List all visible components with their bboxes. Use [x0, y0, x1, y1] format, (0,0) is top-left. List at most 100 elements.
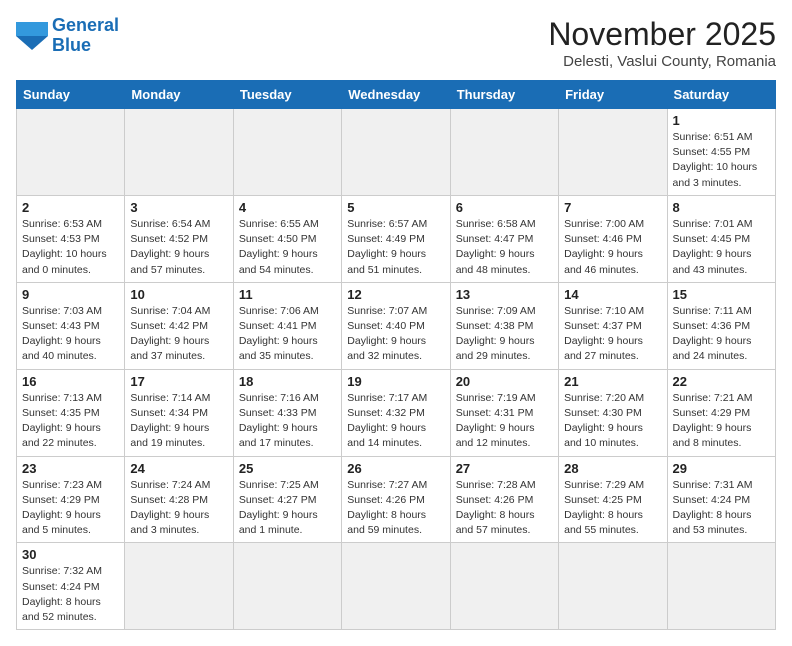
- day-info: Sunrise: 7:31 AMSunset: 4:24 PMDaylight:…: [673, 478, 770, 539]
- calendar-day-cell: [125, 543, 233, 630]
- day-info: Sunrise: 7:27 AMSunset: 4:26 PMDaylight:…: [347, 478, 444, 539]
- calendar-day-cell: [450, 543, 558, 630]
- calendar-day-cell: [233, 543, 341, 630]
- day-number: 12: [347, 287, 444, 302]
- weekday-header-row: SundayMondayTuesdayWednesdayThursdayFrid…: [17, 81, 776, 109]
- calendar-day-cell: 13 Sunrise: 7:09 AMSunset: 4:38 PMDayligh…: [450, 282, 558, 369]
- day-number: 9: [22, 287, 119, 302]
- day-number: 18: [239, 374, 336, 389]
- weekday-header: Saturday: [667, 81, 775, 109]
- calendar-day-cell: 24 Sunrise: 7:24 AMSunset: 4:28 PMDayligh…: [125, 456, 233, 543]
- day-info: Sunrise: 7:16 AMSunset: 4:33 PMDaylight:…: [239, 391, 336, 452]
- day-number: 29: [673, 461, 770, 476]
- day-info: Sunrise: 7:07 AMSunset: 4:40 PMDaylight:…: [347, 304, 444, 365]
- calendar-day-cell: 26 Sunrise: 7:27 AMSunset: 4:26 PMDayligh…: [342, 456, 450, 543]
- day-info: Sunrise: 7:32 AMSunset: 4:24 PMDaylight:…: [22, 564, 119, 625]
- day-number: 22: [673, 374, 770, 389]
- logo-text: General Blue: [52, 16, 119, 56]
- weekday-header: Tuesday: [233, 81, 341, 109]
- calendar-day-cell: [342, 543, 450, 630]
- day-info: Sunrise: 7:13 AMSunset: 4:35 PMDaylight:…: [22, 391, 119, 452]
- logo-general: General: [52, 15, 119, 35]
- weekday-header: Wednesday: [342, 81, 450, 109]
- day-number: 14: [564, 287, 661, 302]
- calendar-week-row: 2 Sunrise: 6:53 AMSunset: 4:53 PMDaylight…: [17, 195, 776, 282]
- day-info: Sunrise: 7:01 AMSunset: 4:45 PMDaylight:…: [673, 217, 770, 278]
- calendar-day-cell: 6Sunrise: 6:58 AMSunset: 4:47 PMDaylight…: [450, 195, 558, 282]
- day-number: 26: [347, 461, 444, 476]
- day-info: Sunrise: 6:53 AMSunset: 4:53 PMDaylight:…: [22, 217, 119, 278]
- day-info: Sunrise: 7:28 AMSunset: 4:26 PMDaylight:…: [456, 478, 553, 539]
- day-info: Sunrise: 6:55 AMSunset: 4:50 PMDaylight:…: [239, 217, 336, 278]
- calendar-day-cell: [450, 109, 558, 196]
- calendar-week-row: 30 Sunrise: 7:32 AMSunset: 4:24 PMDayligh…: [17, 543, 776, 630]
- calendar-week-row: 9Sunrise: 7:03 AMSunset: 4:43 PMDaylight…: [17, 282, 776, 369]
- calendar-day-cell: 7 Sunrise: 7:00 AMSunset: 4:46 PMDaylight…: [559, 195, 667, 282]
- calendar-day-cell: 20 Sunrise: 7:19 AMSunset: 4:31 PMDayligh…: [450, 369, 558, 456]
- calendar-day-cell: 22 Sunrise: 7:21 AMSunset: 4:29 PMDayligh…: [667, 369, 775, 456]
- day-number: 7: [564, 200, 661, 215]
- calendar-day-cell: 3Sunrise: 6:54 AMSunset: 4:52 PMDaylight…: [125, 195, 233, 282]
- day-number: 11: [239, 287, 336, 302]
- weekday-header: Sunday: [17, 81, 125, 109]
- day-info: Sunrise: 7:24 AMSunset: 4:28 PMDaylight:…: [130, 478, 227, 539]
- calendar-day-cell: [667, 543, 775, 630]
- calendar-week-row: 23 Sunrise: 7:23 AMSunset: 4:29 PMDayligh…: [17, 456, 776, 543]
- day-info: Sunrise: 7:00 AMSunset: 4:46 PMDaylight:…: [564, 217, 661, 278]
- logo-icon: [16, 22, 48, 50]
- day-info: Sunrise: 6:57 AMSunset: 4:49 PMDaylight:…: [347, 217, 444, 278]
- day-number: 25: [239, 461, 336, 476]
- day-info: Sunrise: 7:04 AMSunset: 4:42 PMDaylight:…: [130, 304, 227, 365]
- day-number: 24: [130, 461, 227, 476]
- day-info: Sunrise: 7:29 AMSunset: 4:25 PMDaylight:…: [564, 478, 661, 539]
- day-number: 20: [456, 374, 553, 389]
- calendar-day-cell: [342, 109, 450, 196]
- logo-blue: Blue: [52, 35, 91, 55]
- day-info: Sunrise: 7:19 AMSunset: 4:31 PMDaylight:…: [456, 391, 553, 452]
- calendar-day-cell: 23 Sunrise: 7:23 AMSunset: 4:29 PMDayligh…: [17, 456, 125, 543]
- calendar-day-cell: 27 Sunrise: 7:28 AMSunset: 4:26 PMDayligh…: [450, 456, 558, 543]
- calendar-day-cell: 2 Sunrise: 6:53 AMSunset: 4:53 PMDaylight…: [17, 195, 125, 282]
- day-info: Sunrise: 7:25 AMSunset: 4:27 PMDaylight:…: [239, 478, 336, 539]
- title-block: November 2025 Delesti, Vaslui County, Ro…: [548, 16, 776, 70]
- calendar-day-cell: 19Sunrise: 7:17 AMSunset: 4:32 PMDayligh…: [342, 369, 450, 456]
- day-info: Sunrise: 7:21 AMSunset: 4:29 PMDaylight:…: [673, 391, 770, 452]
- day-number: 23: [22, 461, 119, 476]
- day-info: Sunrise: 7:14 AMSunset: 4:34 PMDaylight:…: [130, 391, 227, 452]
- day-number: 19: [347, 374, 444, 389]
- calendar-day-cell: 18 Sunrise: 7:16 AMSunset: 4:33 PMDayligh…: [233, 369, 341, 456]
- calendar-day-cell: 28 Sunrise: 7:29 AMSunset: 4:25 PMDayligh…: [559, 456, 667, 543]
- day-number: 8: [673, 200, 770, 215]
- calendar-day-cell: 8 Sunrise: 7:01 AMSunset: 4:45 PMDaylight…: [667, 195, 775, 282]
- calendar-day-cell: 4Sunrise: 6:55 AMSunset: 4:50 PMDaylight…: [233, 195, 341, 282]
- day-number: 15: [673, 287, 770, 302]
- day-number: 28: [564, 461, 661, 476]
- calendar-day-cell: 12 Sunrise: 7:07 AMSunset: 4:40 PMDayligh…: [342, 282, 450, 369]
- day-info: Sunrise: 7:20 AMSunset: 4:30 PMDaylight:…: [564, 391, 661, 452]
- calendar-day-cell: 5Sunrise: 6:57 AMSunset: 4:49 PMDaylight…: [342, 195, 450, 282]
- day-number: 10: [130, 287, 227, 302]
- calendar-day-cell: [17, 109, 125, 196]
- calendar-day-cell: [233, 109, 341, 196]
- weekday-header: Thursday: [450, 81, 558, 109]
- day-number: 30: [22, 547, 119, 562]
- day-number: 27: [456, 461, 553, 476]
- day-number: 21: [564, 374, 661, 389]
- calendar-day-cell: 21 Sunrise: 7:20 AMSunset: 4:30 PMDayligh…: [559, 369, 667, 456]
- day-info: Sunrise: 7:10 AMSunset: 4:37 PMDaylight:…: [564, 304, 661, 365]
- weekday-header: Monday: [125, 81, 233, 109]
- day-info: Sunrise: 7:09 AMSunset: 4:38 PMDaylight:…: [456, 304, 553, 365]
- calendar-day-cell: [125, 109, 233, 196]
- logo: General Blue: [16, 16, 119, 56]
- calendar-day-cell: 25 Sunrise: 7:25 AMSunset: 4:27 PMDayligh…: [233, 456, 341, 543]
- day-info: Sunrise: 7:11 AMSunset: 4:36 PMDaylight:…: [673, 304, 770, 365]
- calendar-day-cell: 11 Sunrise: 7:06 AMSunset: 4:41 PMDayligh…: [233, 282, 341, 369]
- day-number: 13: [456, 287, 553, 302]
- calendar-week-row: 16Sunrise: 7:13 AMSunset: 4:35 PMDayligh…: [17, 369, 776, 456]
- calendar-day-cell: 9Sunrise: 7:03 AMSunset: 4:43 PMDaylight…: [17, 282, 125, 369]
- calendar-day-cell: [559, 109, 667, 196]
- day-info: Sunrise: 7:23 AMSunset: 4:29 PMDaylight:…: [22, 478, 119, 539]
- day-number: 2: [22, 200, 119, 215]
- day-info: Sunrise: 7:06 AMSunset: 4:41 PMDaylight:…: [239, 304, 336, 365]
- day-info: Sunrise: 6:54 AMSunset: 4:52 PMDaylight:…: [130, 217, 227, 278]
